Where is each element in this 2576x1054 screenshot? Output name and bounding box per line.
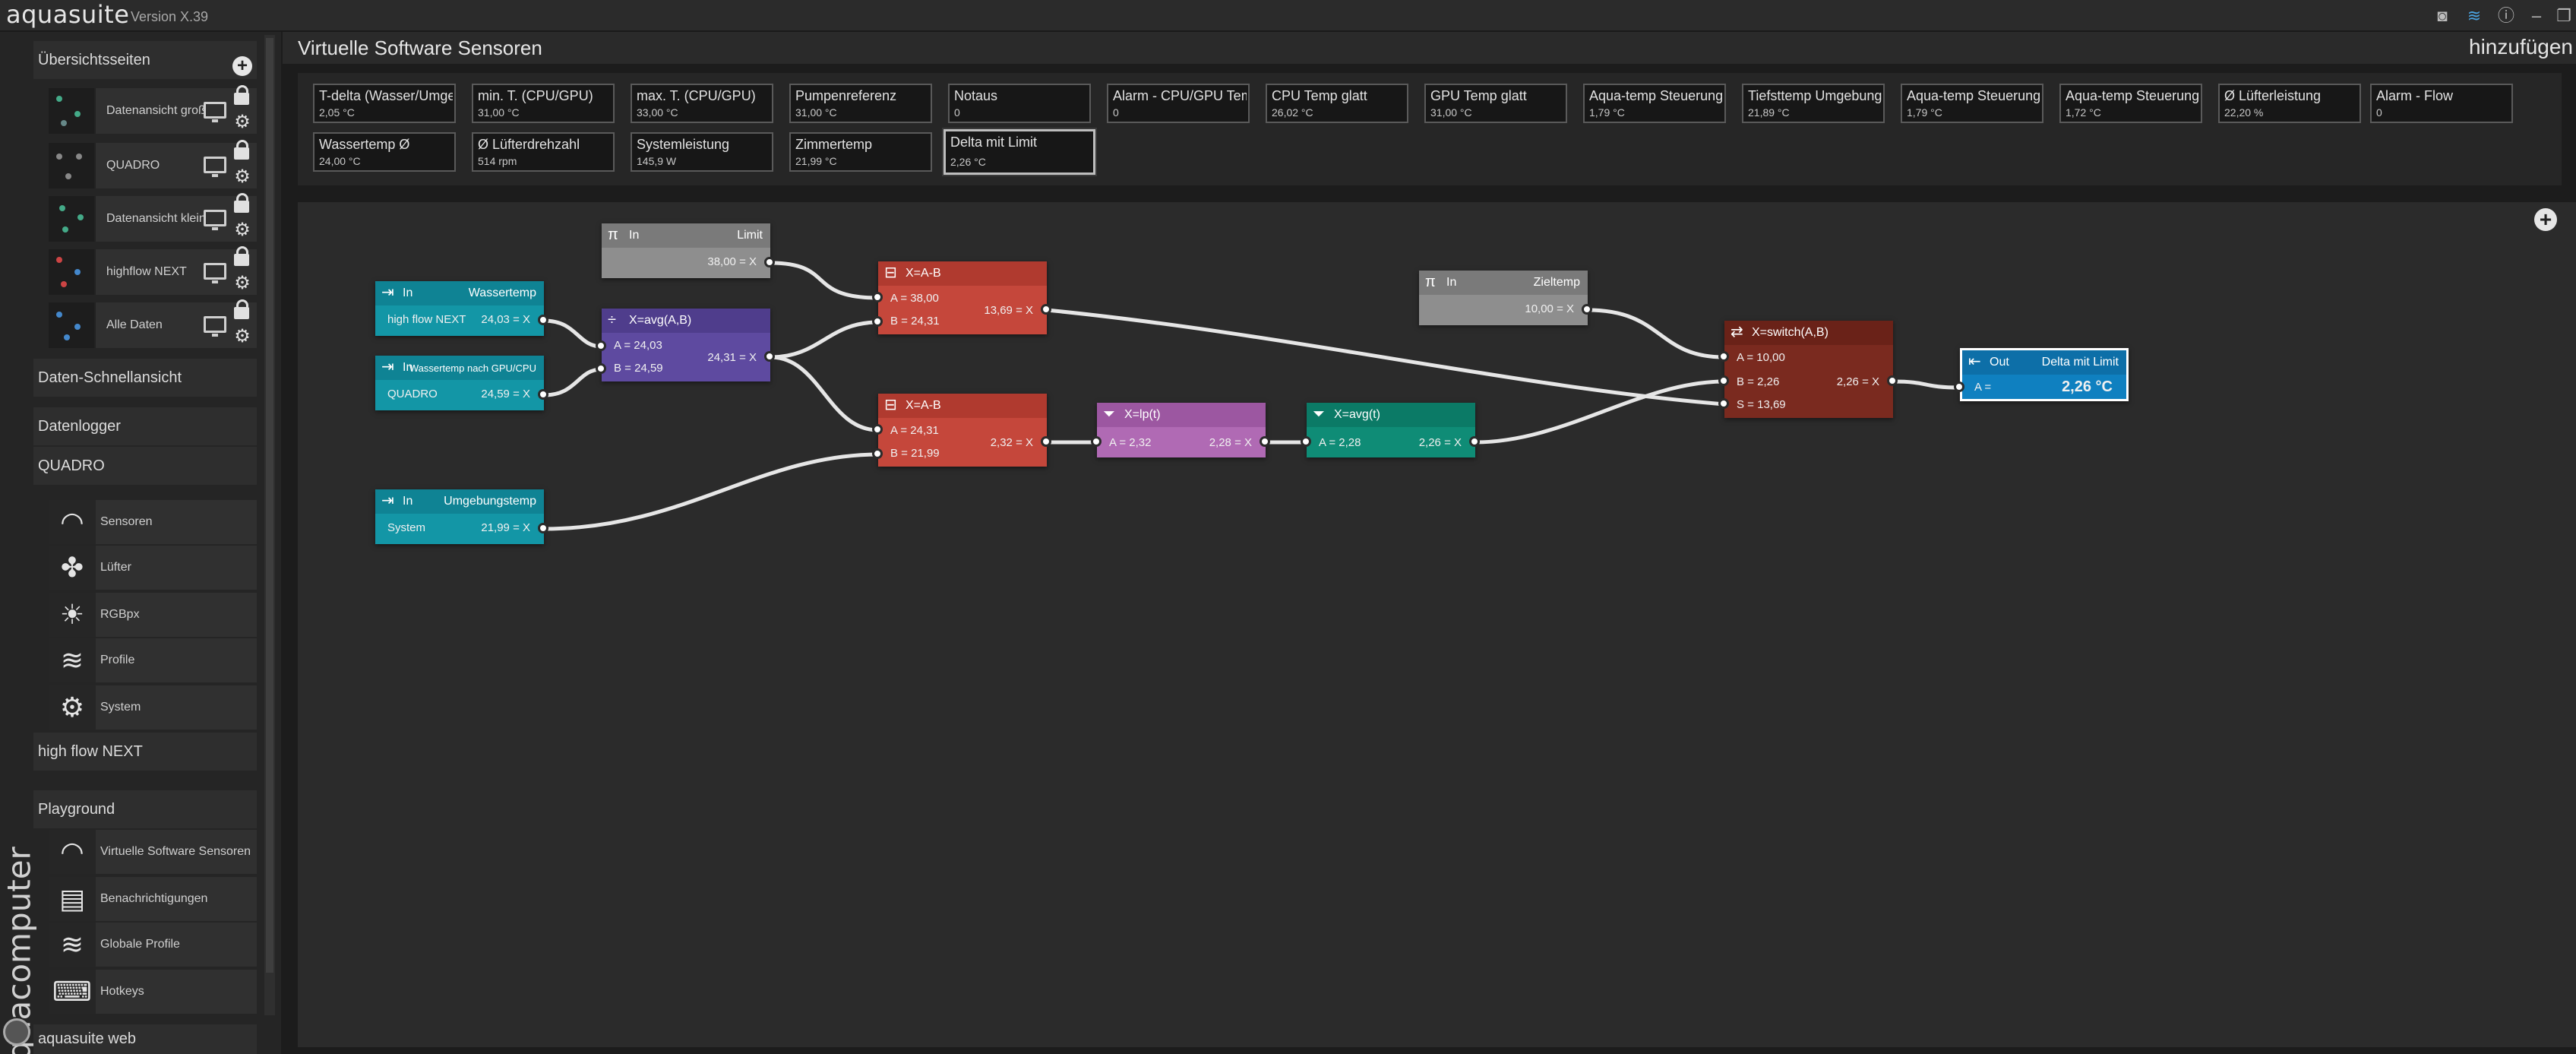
output-port[interactable] <box>1582 304 1592 315</box>
filter-icon: ⏷ <box>1103 406 1115 423</box>
output-icon: ⇤ <box>1968 353 1981 370</box>
output-port[interactable] <box>1887 375 1898 386</box>
wire <box>1045 308 1727 407</box>
input-port[interactable] <box>1718 398 1729 409</box>
output-port[interactable] <box>764 257 775 267</box>
wire <box>768 320 880 359</box>
wire <box>1585 308 1727 359</box>
node-avg[interactable]: ÷ X=avg(A,B) A = 24,03 24,31 = X B = 24,5… <box>602 309 770 381</box>
output-port[interactable] <box>1041 436 1051 447</box>
input-icon: ⇥ <box>381 492 394 509</box>
output-port[interactable] <box>1469 436 1480 447</box>
input-port[interactable] <box>1091 436 1102 447</box>
input-port[interactable] <box>596 363 606 374</box>
output-port[interactable] <box>1041 304 1051 315</box>
input-port[interactable] <box>872 316 883 327</box>
wire <box>542 318 604 349</box>
output-port[interactable] <box>538 389 548 400</box>
wire <box>768 261 880 300</box>
input-port[interactable] <box>872 448 883 459</box>
input-port[interactable] <box>872 424 883 435</box>
input-port[interactable] <box>1954 381 1964 392</box>
output-port[interactable] <box>538 315 548 325</box>
pi-icon: π <box>1425 274 1436 290</box>
node-lowpass[interactable]: ⏷ X=lp(t) A = 2,32 2,28 = X <box>1097 403 1266 457</box>
node-out-delta[interactable]: ⇤ Out Delta mit Limit A = 2,26 °C <box>1960 348 2129 401</box>
output-port[interactable] <box>538 523 548 533</box>
wire <box>542 367 604 397</box>
input-icon: ⇥ <box>381 359 394 375</box>
node-in-umgebungstemp[interactable]: ⇥ In Umgebungstemp System 21,99 = X <box>375 489 544 544</box>
node-in-wassertemp-gpu[interactable]: ⇥ In Wassertemp nach GPU/CPU QUADRO 24,59 =… <box>375 356 544 410</box>
node-avg-time[interactable]: ⏷ X=avg(t) A = 2,28 2,26 = X <box>1307 403 1475 457</box>
wire <box>768 355 880 432</box>
minus-icon: ⊟ <box>884 264 897 281</box>
pi-icon: π <box>608 226 618 243</box>
input-icon: ⇥ <box>381 284 394 301</box>
node-in-wassertemp[interactable]: ⇥ In Wassertemp high flow NEXT 24,03 = X <box>375 281 544 336</box>
output-port[interactable] <box>764 351 775 362</box>
minus-icon: ⊟ <box>884 397 897 413</box>
divide-icon: ÷ <box>608 312 616 328</box>
output-port[interactable] <box>1260 436 1270 447</box>
node-switch[interactable]: ⇄ X=switch(A,B) A = 10,00 B = 2,26 2,26 = … <box>1724 321 1893 418</box>
filter-icon: ⏷ <box>1313 406 1325 423</box>
input-port[interactable] <box>1718 375 1729 386</box>
node-subtract-2[interactable]: ⊟ X=A-B A = 24,31 2,32 = X B = 21,99 <box>878 394 1047 467</box>
node-subtract-1[interactable]: ⊟ X=A-B A = 38,00 13,69 = X B = 24,31 <box>878 261 1047 334</box>
node-const-zieltemp[interactable]: π In Zieltemp 10,00 = X <box>1419 271 1588 325</box>
input-port[interactable] <box>1301 436 1311 447</box>
wire <box>1891 379 1962 390</box>
input-port[interactable] <box>596 340 606 351</box>
wire <box>542 452 880 531</box>
input-port[interactable] <box>872 292 883 302</box>
toggle-icon: ⇄ <box>1731 324 1743 340</box>
input-port[interactable] <box>1718 351 1729 362</box>
node-const-limit[interactable]: π In Limit 38,00 = X <box>602 223 770 278</box>
